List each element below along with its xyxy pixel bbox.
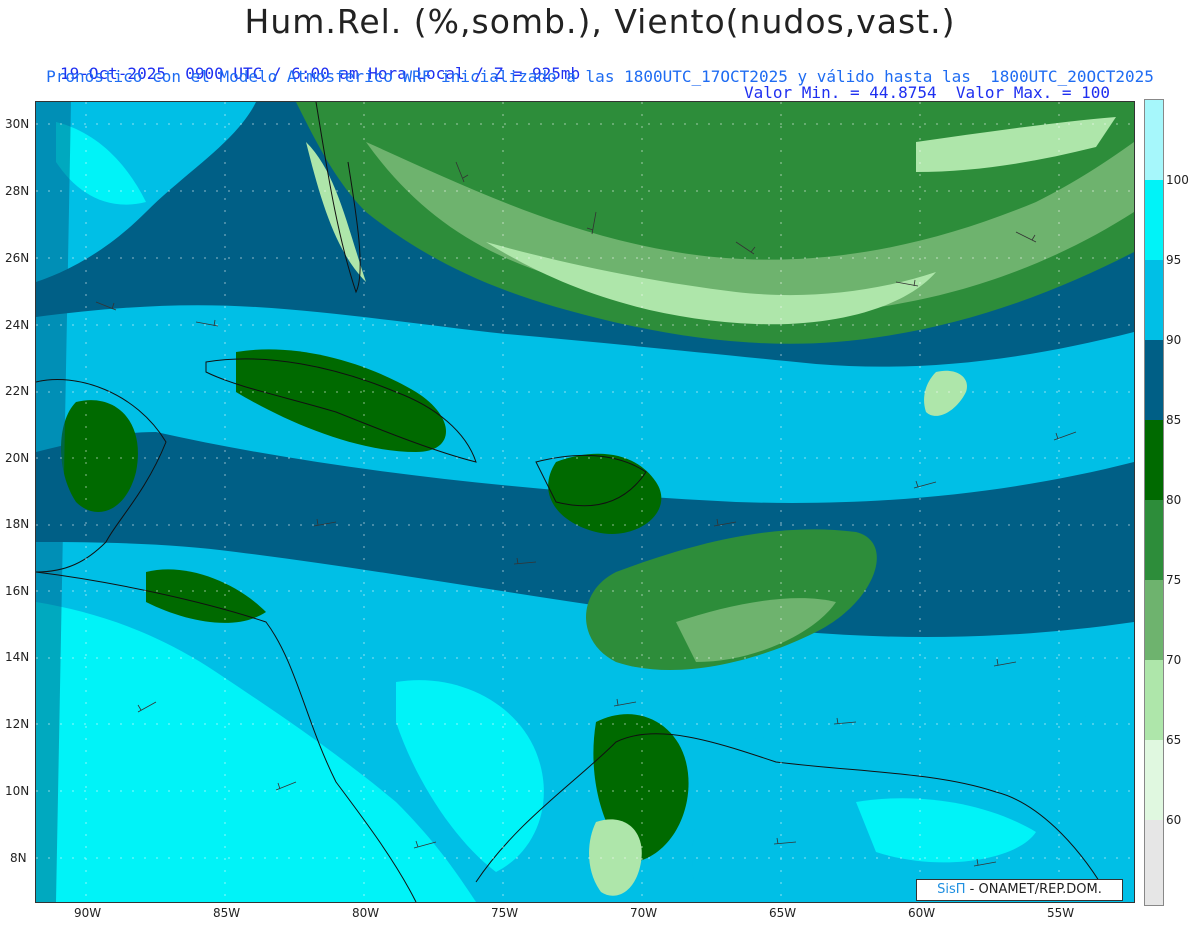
lon-label-60w: 60W: [908, 906, 936, 920]
lon-label-55w: 55W: [1047, 906, 1075, 920]
lon-label-85w: 85W: [213, 906, 241, 920]
colorbar-label-90: 90: [1166, 333, 1182, 347]
colorbar-label-85: 85: [1166, 413, 1182, 427]
colorbar-seg-4: [1145, 420, 1163, 500]
lon-label-70w: 70W: [630, 906, 658, 920]
colorbar-label-100: 100: [1166, 173, 1189, 187]
subtitle-model-info: Pronóstico con el Modelo Atmosferico WRF…: [46, 67, 1154, 86]
lon-label-90w: 90W: [74, 906, 102, 920]
lon-label-65w: 65W: [769, 906, 797, 920]
lon-label-75w: 75W: [491, 906, 519, 920]
colorbar-label-65: 65: [1166, 733, 1182, 747]
colorbar-seg-6: [1145, 580, 1163, 660]
lat-label-24n: 24N: [5, 318, 30, 332]
lat-label-8n: 8N: [10, 851, 27, 865]
lat-label-30n: 30N: [5, 117, 30, 131]
map-title: Hum.Rel. (%,somb.), Viento(nudos,vast.): [244, 2, 956, 41]
lat-label-16n: 16N: [5, 584, 30, 598]
sisp-logo: SisΠ: [937, 882, 966, 897]
lat-label-22n: 22N: [5, 384, 30, 398]
lat-label-10n: 10N: [5, 784, 30, 798]
lat-label-26n: 26N: [5, 251, 30, 265]
lat-label-28n: 28N: [5, 184, 30, 198]
lon-label-80w: 80W: [352, 906, 380, 920]
colorbar-label-60: 60: [1166, 813, 1182, 827]
lat-label-20n: 20N: [5, 451, 30, 465]
colorbar-seg-7: [1145, 660, 1163, 740]
credit-box: SisΠ - ONAMET/REP.DOM.: [916, 879, 1123, 901]
colorbar-label-75: 75: [1166, 573, 1182, 587]
colorbar-seg-0: [1145, 100, 1163, 180]
colorbar-seg-9: [1145, 820, 1163, 905]
colorbar-seg-1: [1145, 180, 1163, 260]
humidity-map: [35, 101, 1135, 903]
colorbar-seg-3: [1145, 340, 1163, 420]
colorbar-seg-2: [1145, 260, 1163, 340]
map-svg: [36, 102, 1134, 902]
lat-label-18n: 18N: [5, 517, 30, 531]
lat-label-12n: 12N: [5, 717, 30, 731]
colorbar-label-95: 95: [1166, 253, 1182, 267]
credit-text: - ONAMET/REP.DOM.: [965, 882, 1102, 897]
lat-label-14n: 14N: [5, 650, 30, 664]
colorbar: [1144, 99, 1164, 906]
colorbar-label-70: 70: [1166, 653, 1182, 667]
colorbar-label-80: 80: [1166, 493, 1182, 507]
colorbar-seg-8: [1145, 740, 1163, 820]
colorbar-seg-5: [1145, 500, 1163, 580]
